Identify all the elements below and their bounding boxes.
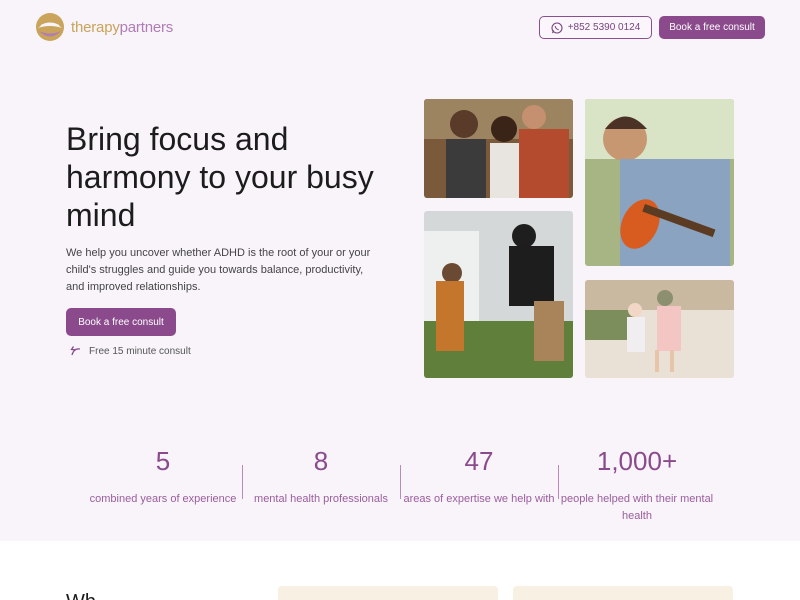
service-card[interactable]	[278, 586, 498, 600]
stat-label: combined years of experience	[89, 493, 237, 505]
stat-years: 5 combined years of experience	[84, 443, 242, 508]
stat-people-helped: 1,000+ people helped with their mental h…	[558, 443, 716, 525]
free-consult-text: Free 15 minute consult	[89, 345, 191, 357]
brand-name-part1: therapy	[71, 18, 120, 36]
whatsapp-icon	[551, 21, 563, 34]
brand-name-part2: partners	[119, 18, 174, 36]
photo-friends-phone	[424, 99, 573, 198]
stat-label: areas of expertise we help with	[403, 493, 555, 505]
site-header: therapypartners +852 5390 0124 Book a fr…	[0, 0, 800, 56]
phone-number: +852 5390 0124	[567, 22, 641, 33]
stat-number: 47	[464, 446, 494, 476]
lower-section: Wh...	[0, 541, 800, 600]
logo-icon	[36, 13, 64, 41]
stat-professionals: 8 mental health professionals	[242, 443, 400, 508]
photo-father-child	[424, 211, 573, 378]
photo-man-guitar	[585, 99, 734, 266]
stat-number: 1,000+	[596, 446, 678, 476]
service-card[interactable]	[513, 586, 733, 600]
photo-children-running	[585, 280, 734, 378]
stat-expertise: 47 areas of expertise we help with	[400, 443, 558, 508]
hero-title: Bring focus and harmony to your busy min…	[66, 121, 374, 233]
stat-number: 5	[155, 446, 171, 476]
book-consult-hero-button[interactable]: Book a free consult	[66, 308, 176, 336]
book-consult-header-button[interactable]: Book a free consult	[659, 16, 765, 39]
hero-description: We help you uncover whether ADHD is the …	[66, 247, 371, 293]
brand-logo[interactable]: therapypartners	[35, 12, 173, 42]
stat-number: 8	[313, 446, 329, 476]
section-heading: Wh...	[66, 591, 113, 600]
stat-label: people helped with their mental health	[560, 493, 714, 522]
stat-label: mental health professionals	[254, 493, 388, 505]
free-consult-note: Free 15 minute consult	[70, 344, 191, 358]
phone-button[interactable]: +852 5390 0124	[539, 16, 652, 39]
curved-arrow-icon	[70, 346, 81, 356]
brand-name: therapypartners	[71, 19, 173, 36]
